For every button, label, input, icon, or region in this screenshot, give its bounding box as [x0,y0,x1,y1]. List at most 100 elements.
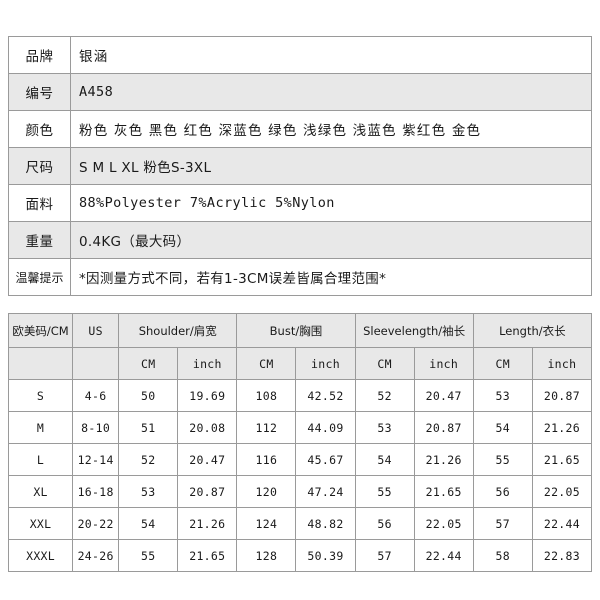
info-label-fabric: 面料 [8,184,71,222]
cell-length_in: 21.26 [531,411,593,444]
cell-us: 24-26 [72,539,120,572]
cell-eu: XXXL [7,539,74,572]
cell-sleeve_in: 22.44 [413,539,474,572]
cell-sleeve_in: 21.26 [413,443,474,476]
info-label-notice: 温馨提示 [8,258,71,296]
cell-bust_in: 44.09 [295,411,356,444]
cell-sleeve_cm: 54 [354,443,415,476]
info-label-brand: 品牌 [8,36,71,74]
unit-header-0 [7,347,74,380]
table-row: L 12-14 52 20.47 116 45.67 54 21.26 55 21.65 [7,443,593,476]
info-row-weight: 重量 0.4KG（最大码） [8,221,592,259]
cell-us: 8-10 [72,411,120,444]
cell-shoulder_in: 20.87 [177,475,238,508]
cell-bust_in: 50.39 [295,539,356,572]
cell-shoulder_cm: 52 [118,443,179,476]
cell-shoulder_in: 21.65 [177,539,238,572]
cell-shoulder_cm: 51 [118,411,179,444]
info-label-weight: 重量 [8,221,71,259]
cell-us: 4-6 [72,379,120,412]
cell-length_in: 22.83 [531,539,593,572]
cell-eu: M [7,411,74,444]
unit-header-2: CM [118,347,179,380]
info-value-brand: 银涵 [70,36,592,74]
cell-shoulder_in: 20.47 [177,443,238,476]
cell-length_in: 20.87 [531,379,593,412]
info-value-colors: 粉色 灰色 黑色 红色 深蓝色 绿色 浅绿色 浅蓝色 紫红色 金色 [70,110,592,148]
cell-bust_in: 45.67 [295,443,356,476]
cell-length_cm: 56 [472,475,533,508]
size-chart-group-header-row: 欧美码/CM US Shoulder/肩宽 Bust/胸围 Sleevelength/袖… [7,313,593,348]
unit-header-1 [72,347,120,380]
cell-length_cm: 54 [472,411,533,444]
cell-length_cm: 57 [472,507,533,540]
cell-bust_cm: 112 [236,411,297,444]
cell-length_in: 21.65 [531,443,593,476]
cell-eu: L [7,443,74,476]
cell-sleeve_cm: 55 [354,475,415,508]
header-shoulder: Shoulder/肩宽 [118,313,238,348]
unit-header-7: inch [413,347,474,380]
cell-us: 12-14 [72,443,120,476]
info-value-fabric: 88%Polyester 7%Acrylic 5%Nylon [70,184,592,222]
cell-bust_in: 42.52 [295,379,356,412]
size-chart-body: S 4-6 50 19.69 108 42.52 52 20.47 53 20.87 M 8-10 51… [7,379,593,572]
cell-shoulder_cm: 53 [118,475,179,508]
unit-header-9: inch [531,347,593,380]
table-row: XXL 20-22 54 21.26 124 48.82 56 22.05 57 22.44 [7,507,593,540]
info-row-colors: 颜色 粉色 灰色 黑色 红色 深蓝色 绿色 浅绿色 浅蓝色 紫红色 金色 [8,110,592,148]
cell-us: 20-22 [72,507,120,540]
header-length: Length/衣长 [472,313,593,348]
cell-us: 16-18 [72,475,120,508]
size-chart-unit-header-row: CM inch CM inch CM inch CM inch [7,347,593,380]
cell-shoulder_in: 21.26 [177,507,238,540]
header-sleeve: Sleevelength/袖长 [354,313,474,348]
size-chart-table: 欧美码/CM US Shoulder/肩宽 Bust/胸围 Sleevelength/袖… [7,313,593,572]
cell-bust_in: 48.82 [295,507,356,540]
unit-header-6: CM [354,347,415,380]
cell-length_in: 22.44 [531,507,593,540]
header-bust: Bust/胸围 [236,313,356,348]
cell-length_cm: 58 [472,539,533,572]
cell-length_cm: 55 [472,443,533,476]
info-row-notice: 温馨提示 *因测量方式不同，若有1-3CM误差皆属合理范围* [8,258,592,296]
info-value-model-number: A458 [70,73,592,111]
cell-bust_cm: 124 [236,507,297,540]
table-row: M 8-10 51 20.08 112 44.09 53 20.87 54 21.26 [7,411,593,444]
cell-eu: XL [7,475,74,508]
cell-shoulder_in: 19.69 [177,379,238,412]
cell-shoulder_cm: 54 [118,507,179,540]
cell-shoulder_cm: 55 [118,539,179,572]
unit-header-5: inch [295,347,356,380]
cell-eu: S [7,379,74,412]
cell-bust_cm: 116 [236,443,297,476]
cell-bust_cm: 128 [236,539,297,572]
info-label-model-number: 编号 [8,73,71,111]
info-value-weight: 0.4KG（最大码） [70,221,592,259]
info-label-sizes: 尺码 [8,147,71,185]
cell-eu: XXL [7,507,74,540]
cell-sleeve_in: 20.87 [413,411,474,444]
unit-header-3: inch [177,347,238,380]
header-us-size: US [72,313,120,348]
cell-bust_cm: 108 [236,379,297,412]
info-row-fabric: 面料 88%Polyester 7%Acrylic 5%Nylon [8,184,592,222]
cell-sleeve_in: 20.47 [413,379,474,412]
spec-sheet: 品牌 银涵 编号 A458 颜色 粉色 灰色 黑色 红色 深蓝色 绿色 浅绿色 浅蓝色 紫… [0,0,600,600]
table-row: S 4-6 50 19.69 108 42.52 52 20.47 53 20.87 [7,379,593,412]
cell-bust_cm: 120 [236,475,297,508]
product-info-table: 品牌 银涵 编号 A458 颜色 粉色 灰色 黑色 红色 深蓝色 绿色 浅绿色 浅蓝色 紫… [8,36,592,296]
info-row-brand: 品牌 银涵 [8,36,592,74]
info-row-model-number: 编号 A458 [8,73,592,111]
cell-length_cm: 53 [472,379,533,412]
header-eu-size: 欧美码/CM [7,313,74,348]
table-row: XL 16-18 53 20.87 120 47.24 55 21.65 56 22.05 [7,475,593,508]
cell-sleeve_cm: 53 [354,411,415,444]
cell-sleeve_in: 22.05 [413,507,474,540]
info-label-colors: 颜色 [8,110,71,148]
table-row: XXXL 24-26 55 21.65 128 50.39 57 22.44 58 22.83 [7,539,593,572]
info-value-notice: *因测量方式不同，若有1-3CM误差皆属合理范围* [70,258,592,296]
cell-sleeve_cm: 56 [354,507,415,540]
cell-bust_in: 47.24 [295,475,356,508]
cell-sleeve_in: 21.65 [413,475,474,508]
